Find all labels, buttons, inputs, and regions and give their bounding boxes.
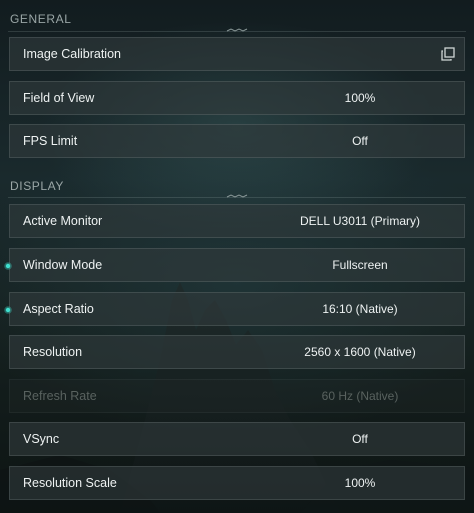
setting-row-window-mode[interactable]: Window Mode Fullscreen (4, 248, 465, 282)
setting-label: Resolution (23, 345, 83, 359)
setting-value: Off (352, 134, 368, 148)
setting-row-resolution[interactable]: Resolution 2560 x 1600 (Native) (9, 335, 465, 369)
setting-value: Off (352, 432, 368, 446)
section-title-general: GENERAL (10, 12, 72, 26)
divider-ornament-icon (226, 28, 248, 32)
setting-row-aspect-ratio[interactable]: Aspect Ratio 16:10 (Native) (4, 292, 465, 326)
setting-row-refresh-rate: Refresh Rate 60 Hz (Native) (9, 379, 465, 413)
setting-label: Resolution Scale (23, 476, 117, 490)
changed-indicator-icon (4, 306, 12, 314)
external-window-icon[interactable] (441, 47, 455, 61)
setting-row-image-calibration[interactable]: Image Calibration (9, 37, 465, 71)
setting-row-resolution-scale[interactable]: Resolution Scale 100% (9, 466, 465, 500)
setting-value: 100% (344, 91, 376, 105)
setting-value: 100% (344, 476, 376, 490)
setting-value: 16:10 (Native) (322, 302, 398, 316)
setting-label: Aspect Ratio (23, 302, 94, 316)
setting-label: Field of View (23, 91, 95, 105)
section-title-display: DISPLAY (10, 179, 64, 193)
setting-value: DELL U3011 (Primary) (299, 214, 421, 228)
divider-ornament-icon (226, 194, 248, 198)
setting-label: Window Mode (23, 258, 103, 272)
setting-label: Refresh Rate (23, 389, 97, 403)
changed-indicator-icon (4, 262, 12, 270)
setting-label: Image Calibration (23, 47, 121, 61)
setting-row-fps-limit[interactable]: FPS Limit Off (9, 124, 465, 158)
setting-label: Active Monitor (23, 214, 103, 228)
setting-value: 60 Hz (Native) (321, 389, 399, 403)
setting-label: VSync (23, 432, 60, 446)
setting-row-field-of-view[interactable]: Field of View 100% (9, 81, 465, 115)
setting-row-vsync[interactable]: VSync Off (9, 422, 465, 456)
setting-value: Fullscreen (332, 258, 388, 272)
setting-row-active-monitor[interactable]: Active Monitor DELL U3011 (Primary) (9, 204, 465, 238)
setting-value: 2560 x 1600 (Native) (304, 345, 416, 359)
setting-label: FPS Limit (23, 134, 78, 148)
